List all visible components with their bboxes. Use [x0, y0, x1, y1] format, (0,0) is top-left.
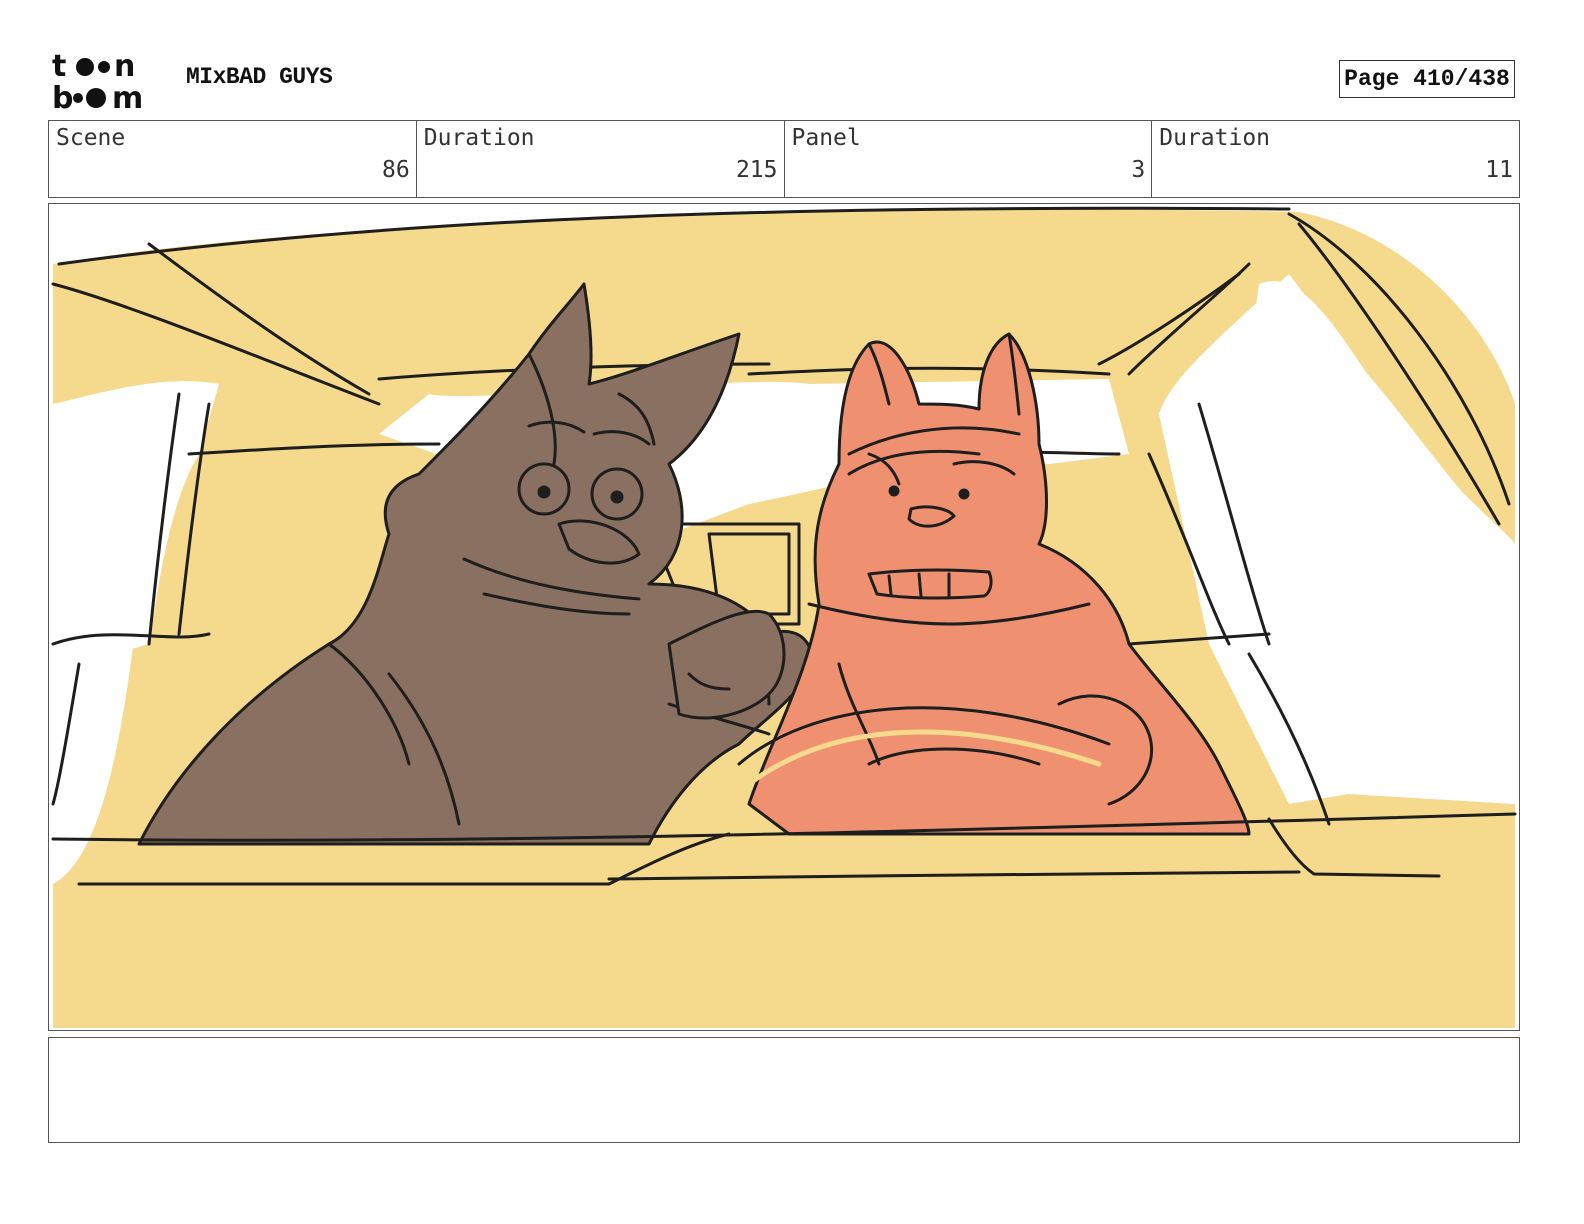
- panel-label: Panel: [791, 125, 861, 151]
- scene-label: Scene: [56, 125, 126, 151]
- scene-duration-cell: Duration 215: [417, 121, 785, 197]
- panel-value: 3: [1131, 157, 1146, 183]
- panel-notes: [48, 1037, 1520, 1143]
- project-title: MIxBAD GUYS: [186, 64, 333, 90]
- scene-cell: Scene 86: [49, 121, 417, 197]
- panel-duration-value: 11: [1485, 157, 1513, 183]
- toonboom-logo: t n b m: [52, 50, 143, 112]
- panel-sketch: [51, 206, 1517, 1029]
- page-indicator: Page 410/438: [1339, 60, 1515, 98]
- scene-value: 86: [382, 157, 410, 183]
- svg-text:n: n: [114, 50, 135, 84]
- panel-duration-cell: Duration 11: [1152, 121, 1519, 197]
- svg-text:t: t: [52, 50, 66, 84]
- svg-text:m: m: [112, 81, 143, 112]
- storyboard-panel: [48, 203, 1520, 1031]
- panel-cell: Panel 3: [785, 121, 1153, 197]
- panel-duration-label: Duration: [1159, 125, 1271, 151]
- scene-duration-label: Duration: [423, 125, 535, 151]
- svg-text:b: b: [52, 81, 73, 112]
- scene-duration-value: 215: [735, 157, 778, 183]
- panel-info-bar: Scene 86 Duration 215 Panel 3 Duration 1…: [48, 120, 1520, 198]
